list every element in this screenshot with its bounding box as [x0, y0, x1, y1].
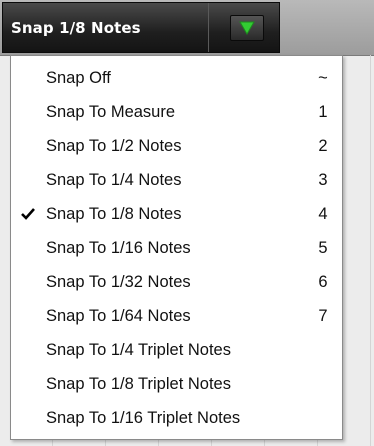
app-window: Snap 1/8 Notes Snap Off ~ Snap To Measure 1… [0, 0, 374, 446]
snap-menu-item-shortcut: 4 [318, 205, 328, 223]
snap-menu-item-shortcut: 5 [318, 239, 328, 257]
snap-menu-item-label: Snap To 1/2 Notes [46, 137, 182, 155]
snap-menu-item-label: Snap To 1/8 Triplet Notes [46, 375, 231, 393]
snap-menu-item-shortcut: 1 [318, 103, 328, 121]
snap-menu-item[interactable]: Snap To 1/64 Notes 7 [12, 301, 341, 331]
snap-menu-item[interactable]: Snap To 1/8 Triplet Notes [12, 369, 341, 399]
snap-menu-item-label: Snap To 1/4 Notes [46, 171, 182, 189]
snap-menu-item-shortcut: 6 [318, 273, 328, 291]
snap-dropdown[interactable]: Snap 1/8 Notes [2, 2, 280, 53]
snap-menu-item[interactable]: Snap To 1/16 Notes 5 [12, 233, 341, 263]
dropdown-divider [208, 3, 209, 52]
snap-menu-item-label: Snap To 1/32 Notes [46, 273, 191, 291]
snap-menu: Snap Off ~ Snap To Measure 1 Snap To 1/2 Not… [10, 55, 343, 440]
snap-menu-item-shortcut: 7 [318, 307, 328, 325]
checkmark-icon [21, 208, 35, 220]
snap-menu-item[interactable]: Snap To 1/32 Notes 6 [12, 267, 341, 297]
snap-dropdown-label: Snap 1/8 Notes [11, 19, 141, 37]
triangle-down-icon [239, 21, 255, 35]
snap-menu-item-label: Snap To 1/64 Notes [46, 307, 191, 325]
snap-menu-item-label: Snap To 1/4 Triplet Notes [46, 341, 231, 359]
snap-menu-item[interactable]: Snap To Measure 1 [12, 97, 341, 127]
snap-menu-item-label: Snap To 1/8 Notes [46, 205, 182, 223]
snap-menu-item[interactable]: Snap To 1/16 Triplet Notes [12, 403, 341, 433]
snap-menu-item-shortcut: 3 [318, 171, 328, 189]
dropdown-arrow-button[interactable] [230, 15, 264, 41]
snap-menu-item[interactable]: Snap To 1/4 Notes 3 [12, 165, 341, 195]
snap-menu-item-label: Snap To 1/16 Notes [46, 239, 191, 257]
snap-menu-item[interactable]: Snap To 1/4 Triplet Notes [12, 335, 341, 365]
snap-menu-item[interactable]: Snap To 1/2 Notes 2 [12, 131, 341, 161]
snap-menu-item-label: Snap Off [46, 69, 111, 87]
snap-menu-item[interactable]: Snap To 1/8 Notes 4 [12, 199, 341, 229]
snap-menu-item[interactable]: Snap Off ~ [12, 63, 341, 93]
snap-menu-item-label: Snap To Measure [46, 103, 176, 121]
snap-menu-item-label: Snap To 1/16 Triplet Notes [46, 409, 241, 427]
snap-menu-item-shortcut: ~ [318, 69, 328, 87]
snap-menu-item-shortcut: 2 [318, 137, 328, 155]
